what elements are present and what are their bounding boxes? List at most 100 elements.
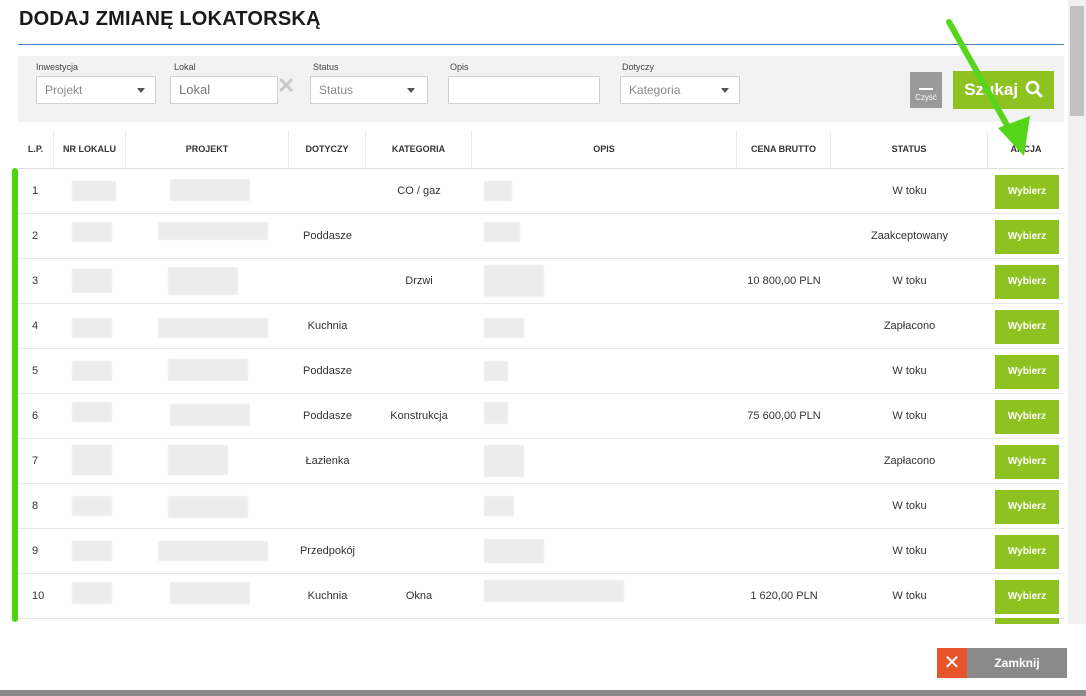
table-row: 6 Poddasze Konstrukcja 75 600,00 PLN W toku W… [18,394,1064,439]
wybierz-button[interactable]: Wybierz [995,580,1059,614]
bottom-bar [0,690,1086,696]
table-row: 1 CO / gaz W toku Wybierz [18,169,1064,214]
redacted-cell [72,496,112,516]
redacted-cell [72,361,112,381]
col-lp: L.P. [18,130,54,168]
wybierz-button[interactable]: Wybierz [995,175,1059,209]
table-row: 4 Kuchnia Zapłacono Wybierz [18,304,1064,349]
cena-cell [737,484,831,528]
status-cell: Zapłacono [883,455,936,467]
inwestycja-value: Projekt [45,83,83,97]
redacted-cell [72,181,116,201]
close-button[interactable]: ✕ Zamknij [937,648,1067,678]
partial-row-button[interactable] [995,618,1059,624]
lokal-input[interactable]: Lokal [170,76,278,104]
page-title: DODAJ ZMIANĘ LOKATORSKĄ [19,8,321,30]
wybierz-button[interactable]: Wybierz [995,445,1059,479]
cena-cell [737,214,831,258]
title-divider [18,44,1064,45]
dotyczy-cell: Kuchnia [307,320,348,332]
search-button[interactable]: Szukaj [953,71,1054,109]
status-cell: Zapłacono [883,320,936,332]
redacted-cell [158,318,268,338]
kategoria-cell: Okna [405,590,433,602]
redacted-cell [72,269,112,293]
lp-cell: 10 [32,590,45,602]
clear-button[interactable]: Czyść [910,72,942,108]
lp-cell: 5 [32,365,39,377]
table-row: 8 W toku Wybierz [18,484,1064,529]
col-dotyczy: DOTYCZY [289,130,366,168]
redacted-cell [170,582,250,604]
minus-icon [919,88,933,90]
status-cell: W toku [892,545,927,557]
table-row: 10 Kuchnia Okna 1 620,00 PLN W toku Wybierz [18,574,1064,619]
col-projekt: PROJEKT [126,130,289,168]
cena-cell [737,304,831,348]
opis-input[interactable] [448,76,600,104]
dotyczy-select[interactable]: Kategoria [620,76,740,104]
redacted-cell [72,541,112,561]
status-select[interactable]: Status [310,76,428,104]
redacted-cell [168,445,228,475]
wybierz-button[interactable]: Wybierz [995,310,1059,344]
close-x-icon: ✕ [937,648,967,678]
dotyczy-cell [289,259,366,303]
chevron-down-icon [137,88,145,93]
table-row: 3 Drzwi 10 800,00 PLN W toku Wybierz [18,259,1064,304]
redacted-cell [484,265,544,297]
status-cell: Zaakceptowany [870,230,949,242]
dotyczy-cell: Poddasze [303,230,352,242]
cena-cell: 10 800,00 PLN [747,275,821,287]
lp-cell: 8 [32,500,39,512]
redacted-cell [158,541,268,561]
kategoria-cell: Konstrukcja [390,410,448,422]
kategoria-cell [366,214,472,258]
clear-x-icon[interactable]: ✕ [277,75,295,97]
kategoria-cell [366,484,472,528]
wybierz-button[interactable]: Wybierz [995,265,1059,299]
wybierz-button[interactable]: Wybierz [995,355,1059,389]
redacted-cell [484,222,520,242]
redacted-cell [484,361,508,381]
table-row: 7 Łazienka Zapłacono Wybierz [18,439,1064,484]
wybierz-button[interactable]: Wybierz [995,220,1059,254]
filter-label-dotyczy: Dotyczy [622,62,655,72]
kategoria-cell [366,529,472,573]
search-button-label: Szukaj [964,80,1019,99]
table-header: L.P. NR LOKALU PROJEKT DOTYCZY KATEGORIA… [18,130,1064,169]
lp-cell: 9 [32,545,39,557]
redacted-cell [72,582,112,604]
redacted-cell [72,445,112,475]
col-kategoria: KATEGORIA [366,130,472,168]
kategoria-cell [366,304,472,348]
status-cell: W toku [892,365,927,377]
wybierz-button[interactable]: Wybierz [995,535,1059,569]
status-cell: W toku [892,500,927,512]
redacted-cell [168,496,248,518]
redacted-cell [168,359,248,381]
inwestycja-select[interactable]: Projekt [36,76,156,104]
redacted-cell [484,318,524,338]
table-row: 2 Poddasze Zaakceptowany Wybierz [18,214,1064,259]
chevron-down-icon [407,88,415,93]
cena-cell: 75 600,00 PLN [747,410,821,422]
status-cell: W toku [892,590,927,602]
wybierz-button[interactable]: Wybierz [995,400,1059,434]
status-cell: W toku [892,410,927,422]
dotyczy-cell [289,484,366,528]
results-table: L.P. NR LOKALU PROJEKT DOTYCZY KATEGORIA… [18,130,1064,619]
lp-cell: 2 [32,230,39,242]
dotyczy-cell: Łazienka [305,455,350,467]
col-status: STATUS [831,130,988,168]
filter-label-opis: Opis [450,62,469,72]
wybierz-button[interactable]: Wybierz [995,490,1059,524]
chevron-down-icon [721,88,729,93]
filter-bar: Inwestycja Projekt Lokal Lokal ✕ Status … [18,56,1064,122]
redacted-cell [484,402,508,424]
cena-cell [737,169,831,213]
scrollbar-thumb[interactable] [1070,6,1084,116]
dotyczy-cell [289,169,366,213]
dotyczy-cell: Poddasze [303,410,352,422]
status-value: Status [319,83,354,97]
